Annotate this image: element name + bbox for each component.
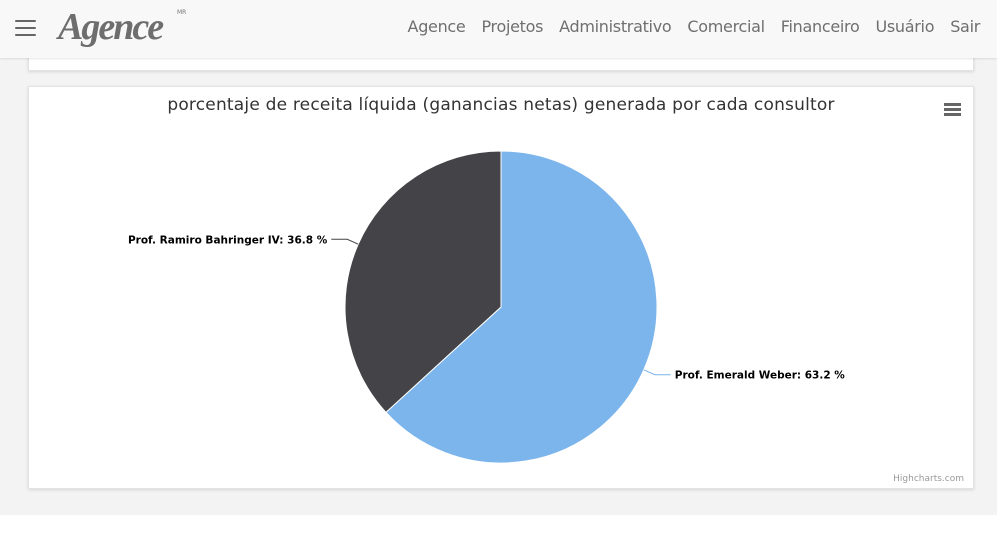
- nav-link-agence[interactable]: Agence: [408, 17, 466, 36]
- data-label-0: Prof. Emerald Weber: 63.2 %: [675, 370, 846, 382]
- nav-link-sair[interactable]: Sair: [950, 17, 980, 36]
- agence-logo[interactable]: Agence: [58, 4, 164, 50]
- chart-context-menu-icon[interactable]: [944, 103, 961, 117]
- pie-chart: Prof. Emerald Weber: 63.2 % Prof. Ramiro …: [128, 150, 846, 464]
- nav-link-projetos[interactable]: Projetos: [481, 17, 543, 36]
- nav-link-usuario[interactable]: Usuário: [875, 17, 934, 36]
- data-label-1: Prof. Ramiro Bahringer IV: 36.8 %: [128, 234, 328, 246]
- highcharts-credits-link[interactable]: Highcharts.com: [893, 474, 964, 484]
- data-label-connector-0: [643, 369, 671, 376]
- nav-link-financeiro[interactable]: Financeiro: [781, 17, 860, 36]
- logo-trademark: MR: [177, 9, 187, 16]
- top-navbar: Agence MR Agence Projetos Administrativo…: [0, 0, 997, 58]
- hamburger-menu-icon[interactable]: [15, 20, 36, 37]
- pie-chart-card: Prof. Emerald Weber: 63.2 % Prof. Ramiro …: [28, 86, 974, 489]
- main-nav: Agence Projetos Administrativo Comercial…: [392, 17, 981, 36]
- nav-link-administrativo[interactable]: Administrativo: [559, 17, 672, 36]
- data-label-connector-1: [331, 238, 359, 245]
- nav-link-comercial[interactable]: Comercial: [687, 17, 765, 36]
- chart-title: porcentaje de receita líquida (ganancias…: [167, 95, 835, 115]
